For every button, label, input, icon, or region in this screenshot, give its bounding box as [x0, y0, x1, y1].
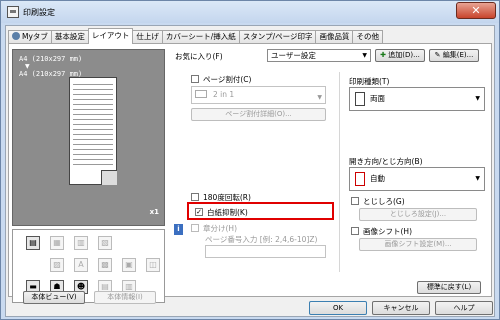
tab-finishing[interactable]: 仕上げ [132, 30, 163, 44]
divider [339, 72, 340, 272]
layout-panel: A4 (210x297 mm) ▼ A4 (210x297 mm) x1 ▤ ▦… [8, 43, 492, 304]
chapters-input-label: ページ番号入力 [例: 2,4,6-10]Z) [205, 235, 318, 244]
chapters-checkbox[interactable] [191, 224, 199, 232]
shift-icon: ▣ [122, 258, 136, 272]
rotate180-checkbox[interactable] [191, 193, 199, 201]
punch-icon: ▥ [74, 236, 88, 250]
favorites-select[interactable]: ユーザー設定 ▼ [267, 49, 371, 62]
edit-favorite-button[interactable]: ✎ 編集(E)... [429, 49, 479, 62]
copies-count: x1 [149, 208, 159, 216]
chevron-down-icon: ▼ [475, 95, 480, 102]
window-title: 印刷設定 [23, 8, 55, 17]
margin-label: とじしろ(G) [363, 197, 405, 206]
margin-checkbox[interactable] [351, 197, 359, 205]
page-curl-icon [101, 170, 117, 185]
tray-icon: ▤ [26, 236, 40, 250]
chevron-down-icon: ▼ [475, 175, 480, 182]
tab-basic[interactable]: 基本設定 [50, 30, 89, 44]
print-type-select[interactable]: 両面 ▼ [349, 87, 485, 111]
tray-output-icon: ◫ [146, 258, 160, 272]
close-button[interactable]: ✕ [456, 2, 496, 19]
add-favorite-button[interactable]: ✚ 追加(D)... [375, 49, 425, 62]
add-favorite-label: 追加(D)... [388, 51, 420, 59]
staple-icon: ▦ [50, 236, 64, 250]
chevron-down-icon: ▼ [317, 94, 322, 101]
binding-select[interactable]: 自動 ▼ [349, 167, 485, 191]
device-view-button[interactable]: 本体ビュー(V) [23, 291, 85, 304]
print-settings-window: 印刷設定 ✕ Myタブ 基本設定 レイアウト 仕上げ カバーシート/挿入紙 スタ… [0, 0, 500, 320]
binding-value: 自動 [370, 174, 385, 183]
tab-image-quality[interactable]: 画像品質 [315, 30, 354, 44]
my-tab-icon [12, 32, 20, 40]
printer-icon [7, 6, 19, 18]
image-shift-label: 画像シフト(H) [363, 227, 412, 236]
fold-icon: ▧ [98, 236, 112, 250]
arrow-down-icon: ▼ [25, 63, 30, 70]
tab-layout[interactable]: レイアウト [87, 28, 134, 44]
print-type-label: 印刷種類(T) [349, 77, 390, 86]
insert-icon: ▩ [98, 258, 112, 272]
image-shift-settings-button[interactable]: 画像シフト設定(M)... [359, 238, 477, 251]
favorites-value: ユーザー設定 [271, 51, 316, 60]
restore-default-button[interactable]: 標準に戻す(L) [417, 281, 481, 294]
tab-bar: Myタブ 基本設定 レイアウト 仕上げ カバーシート/挿入紙 スタンプ/ページ印… [8, 28, 383, 44]
preview-page [69, 77, 117, 185]
favorites-label: お気に入り(F) [175, 52, 223, 61]
combine-label: ページ割付(C) [203, 75, 252, 84]
print-type-value: 両面 [370, 94, 385, 103]
combine-detail-button[interactable]: ページ割付詳細(O)... [191, 108, 326, 121]
highlight-box [187, 202, 334, 220]
booklet-icon: ▨ [50, 258, 64, 272]
tab-cover-sheet[interactable]: カバーシート/挿入紙 [161, 30, 240, 44]
dialog-client: Myタブ 基本設定 レイアウト 仕上げ カバーシート/挿入紙 スタンプ/ページ印… [5, 25, 495, 317]
info-icon: i [174, 224, 183, 235]
title-bar: 印刷設定 ✕ [1, 1, 499, 23]
tab-my-tab[interactable]: Myタブ [8, 30, 52, 44]
page-preview: A4 (210x297 mm) ▼ A4 (210x297 mm) x1 [12, 49, 165, 226]
duplex-icon [355, 92, 365, 106]
device-info-button[interactable]: 本体情報(I) [94, 291, 156, 304]
margin-settings-button[interactable]: とじしろ設定(J)... [359, 208, 477, 221]
ok-button[interactable]: OK [309, 301, 367, 315]
binding-position-icon [355, 172, 365, 186]
tab-other[interactable]: その他 [352, 30, 383, 44]
combine-checkbox[interactable] [191, 75, 199, 83]
paper-size-original: A4 (210x297 mm) [19, 55, 83, 63]
cancel-button[interactable]: キャンセル [372, 301, 430, 315]
help-button[interactable]: ヘルプ [435, 301, 493, 315]
image-shift-checkbox[interactable] [351, 227, 359, 235]
edit-favorite-label: 編集(E)... [442, 51, 474, 59]
chevron-down-icon: ▼ [362, 52, 367, 59]
cover-icon: A [74, 258, 88, 272]
combine-value: 2 in 1 [213, 90, 235, 99]
tab-label: Myタブ [22, 32, 48, 41]
chapters-input[interactable] [205, 245, 326, 258]
chapters-label: 章分け(H) [203, 224, 237, 233]
tab-stamp[interactable]: スタンプ/ページ印字 [238, 30, 317, 44]
binding-label: 開き方向/とじ方向(B) [349, 157, 423, 166]
combine-select[interactable]: 2 in 1 ▼ [191, 86, 326, 104]
